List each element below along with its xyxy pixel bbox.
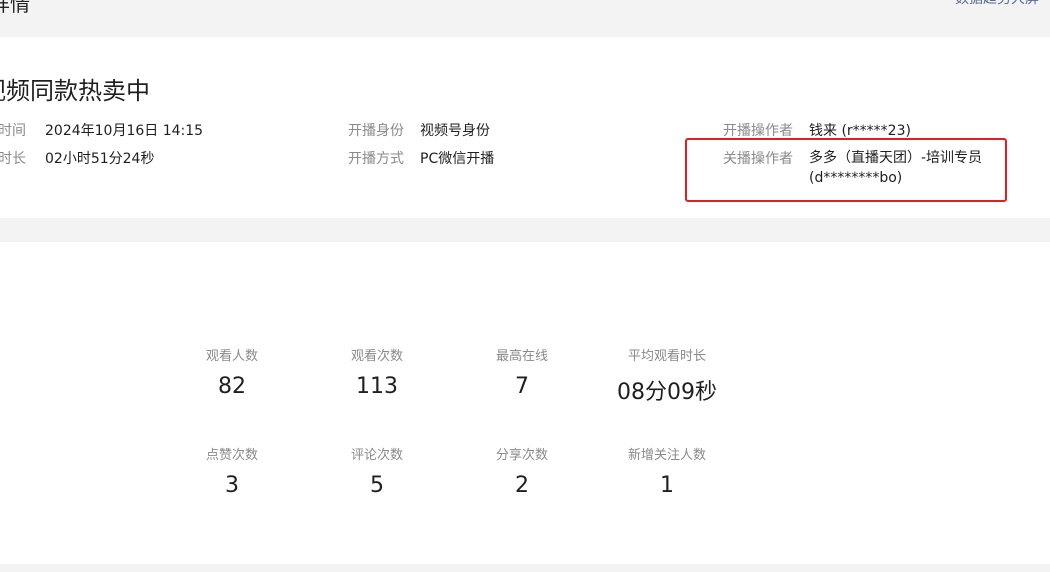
stat-value: 5	[370, 473, 384, 498]
stat-comments: 评论次数 5	[317, 444, 437, 498]
stat-label: 观看次数	[350, 349, 403, 364]
duration-label: 直播时长	[0, 151, 26, 167]
duration-row: 直播时长 02小时51分24秒	[0, 148, 154, 168]
stat-viewers: 观看人数 82	[172, 345, 292, 399]
identity-label: 开播身份	[348, 123, 404, 139]
stat-value: 08分09秒	[617, 380, 717, 405]
stat-avg-watch-time: 平均观看时长 08分09秒	[607, 345, 727, 406]
stat-label: 分享次数	[495, 448, 548, 463]
stat-label: 观看人数	[205, 349, 258, 364]
stat-label: 评论次数	[350, 448, 403, 463]
stat-value: 2	[515, 473, 529, 498]
stats-card: 观看人数 82 观看次数 113 最高在线 7 平均观看时长 08分09秒 点赞…	[0, 242, 1050, 564]
stat-value: 1	[660, 473, 674, 498]
method-row: 开播方式 PC微信开播	[348, 148, 494, 168]
page-title: 播详情	[0, 0, 30, 16]
live-info-card: 视频同款热卖中 开播时间 2024年10月16日 14:15 直播时长 02小时51…	[0, 37, 1050, 218]
stat-label: 点赞次数	[205, 448, 258, 463]
stat-label: 平均观看时长	[627, 349, 706, 364]
stat-shares: 分享次数 2	[462, 444, 582, 498]
live-title: 视频同款热卖中	[0, 77, 150, 105]
start-time-value: 2024年10月16日 14:15	[45, 123, 204, 139]
top-bar: 播详情 数据趋势大屏	[0, 0, 1050, 37]
start-time-label: 开播时间	[0, 123, 26, 139]
stat-views: 观看次数 113	[317, 345, 437, 399]
start-operator-row: 开播操作者 钱来 (r*****23)	[723, 120, 911, 140]
stat-label: 最高在线	[495, 349, 548, 364]
stat-label: 新增关注人数	[627, 448, 706, 463]
identity-value: 视频号身份	[420, 123, 490, 139]
stat-peak-online: 最高在线 7	[462, 345, 582, 399]
stat-new-followers: 新增关注人数 1	[607, 444, 727, 498]
highlight-annotation-box	[685, 138, 1007, 202]
method-label: 开播方式	[348, 151, 404, 167]
start-time-row: 开播时间 2024年10月16日 14:15	[0, 120, 203, 140]
method-value: PC微信开播	[420, 151, 495, 167]
start-operator-value: 钱来 (r*****23)	[809, 123, 911, 139]
stat-value: 7	[515, 374, 529, 399]
duration-value: 02小时51分24秒	[45, 151, 155, 167]
stat-value: 82	[218, 374, 246, 399]
stat-value: 113	[356, 374, 398, 399]
data-trend-link[interactable]: 数据趋势大屏	[955, 0, 1039, 8]
identity-row: 开播身份 视频号身份	[348, 120, 490, 140]
stat-likes: 点赞次数 3	[172, 444, 292, 498]
start-operator-label: 开播操作者	[723, 123, 793, 139]
stat-value: 3	[225, 473, 239, 498]
section-divider	[0, 218, 1050, 242]
